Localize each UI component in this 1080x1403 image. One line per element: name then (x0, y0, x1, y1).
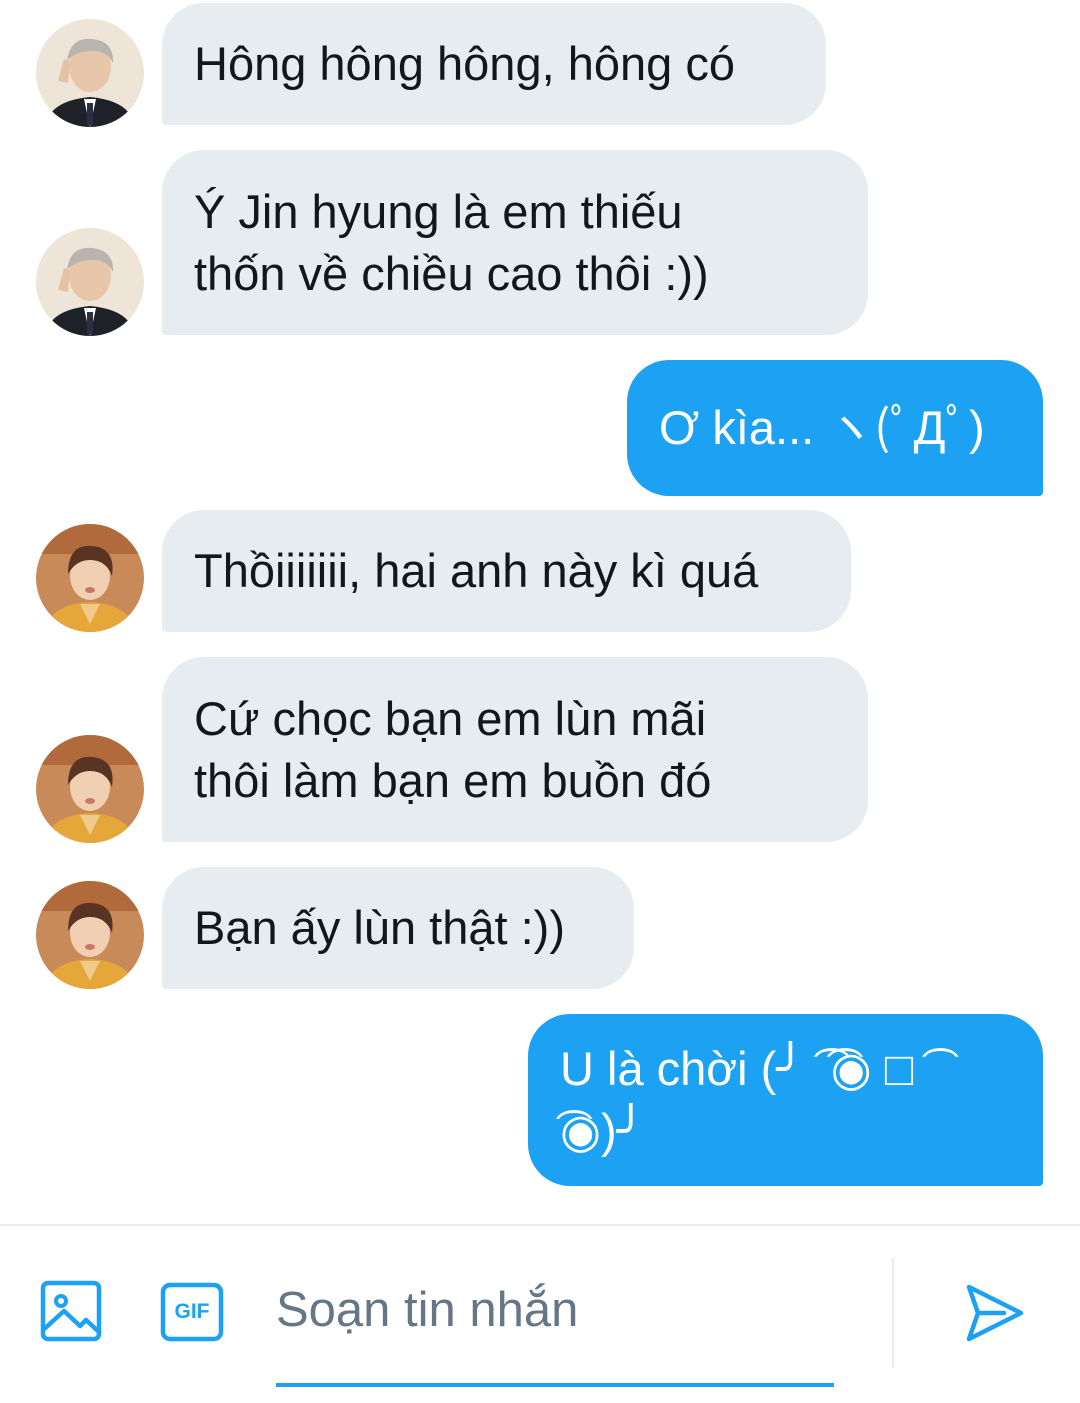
message-bubble: Hông hông hông, hông có (162, 3, 826, 125)
send-icon (966, 1284, 1024, 1342)
message-text: Thồiiiiiii, hai anh này kì quá (194, 544, 759, 597)
message-bubble: Bạn ấy lùn thật :)) (162, 867, 634, 989)
avatar-rm[interactable] (36, 19, 144, 127)
message-bubble-outgoing: U là chời (╯ ͡ ͡◉ □ ͡ ͡◉)╯ (528, 1014, 1043, 1186)
input-focus-underline (276, 1383, 834, 1387)
avatar-v[interactable] (36, 524, 144, 632)
compose-message-input[interactable] (276, 1276, 834, 1344)
message-text: Ý Jin hyung là em thiếu thốn về chiều ca… (194, 184, 709, 300)
add-image-button[interactable] (40, 1280, 102, 1342)
message-bubble: Ý Jin hyung là em thiếu thốn về chiều ca… (162, 150, 868, 335)
message-text: Cứ chọc bạn em lùn mãi thôi làm bạn em b… (194, 691, 712, 807)
message-bubble-outgoing: Ơ kìa... ヽ(ﾟДﾟ) (627, 360, 1043, 496)
add-gif-button[interactable]: GIF (160, 1282, 224, 1342)
message-text: Hông hông hông, hông có (194, 37, 735, 90)
avatar-image (36, 228, 144, 336)
avatar-rm[interactable] (36, 228, 144, 336)
avatar-image (36, 735, 144, 843)
message-text: Bạn ấy lùn thật :)) (194, 901, 565, 954)
avatar-v[interactable] (36, 881, 144, 989)
avatar-image (36, 881, 144, 989)
message-text: U là chời (╯ ͡ ͡◉ □ ͡ ͡◉)╯ (560, 1042, 927, 1157)
message-bubble: Thồiiiiiii, hai anh này kì quá (162, 510, 851, 632)
composer-divider (892, 1258, 894, 1368)
message-bubble: Cứ chọc bạn em lùn mãi thôi làm bạn em b… (162, 657, 868, 842)
avatar-image (36, 524, 144, 632)
message-text: Ơ kìa... ヽ(ﾟДﾟ) (659, 401, 985, 454)
avatar-v[interactable] (36, 735, 144, 843)
avatar-image (36, 19, 144, 127)
message-composer: GIF (0, 1224, 1080, 1403)
conversation-thread: Hông hông hông, hông có Ý Jin hyung là e… (0, 0, 1080, 1224)
image-icon (40, 1280, 102, 1342)
send-button[interactable] (964, 1282, 1026, 1344)
gif-label: GIF (174, 1300, 210, 1323)
